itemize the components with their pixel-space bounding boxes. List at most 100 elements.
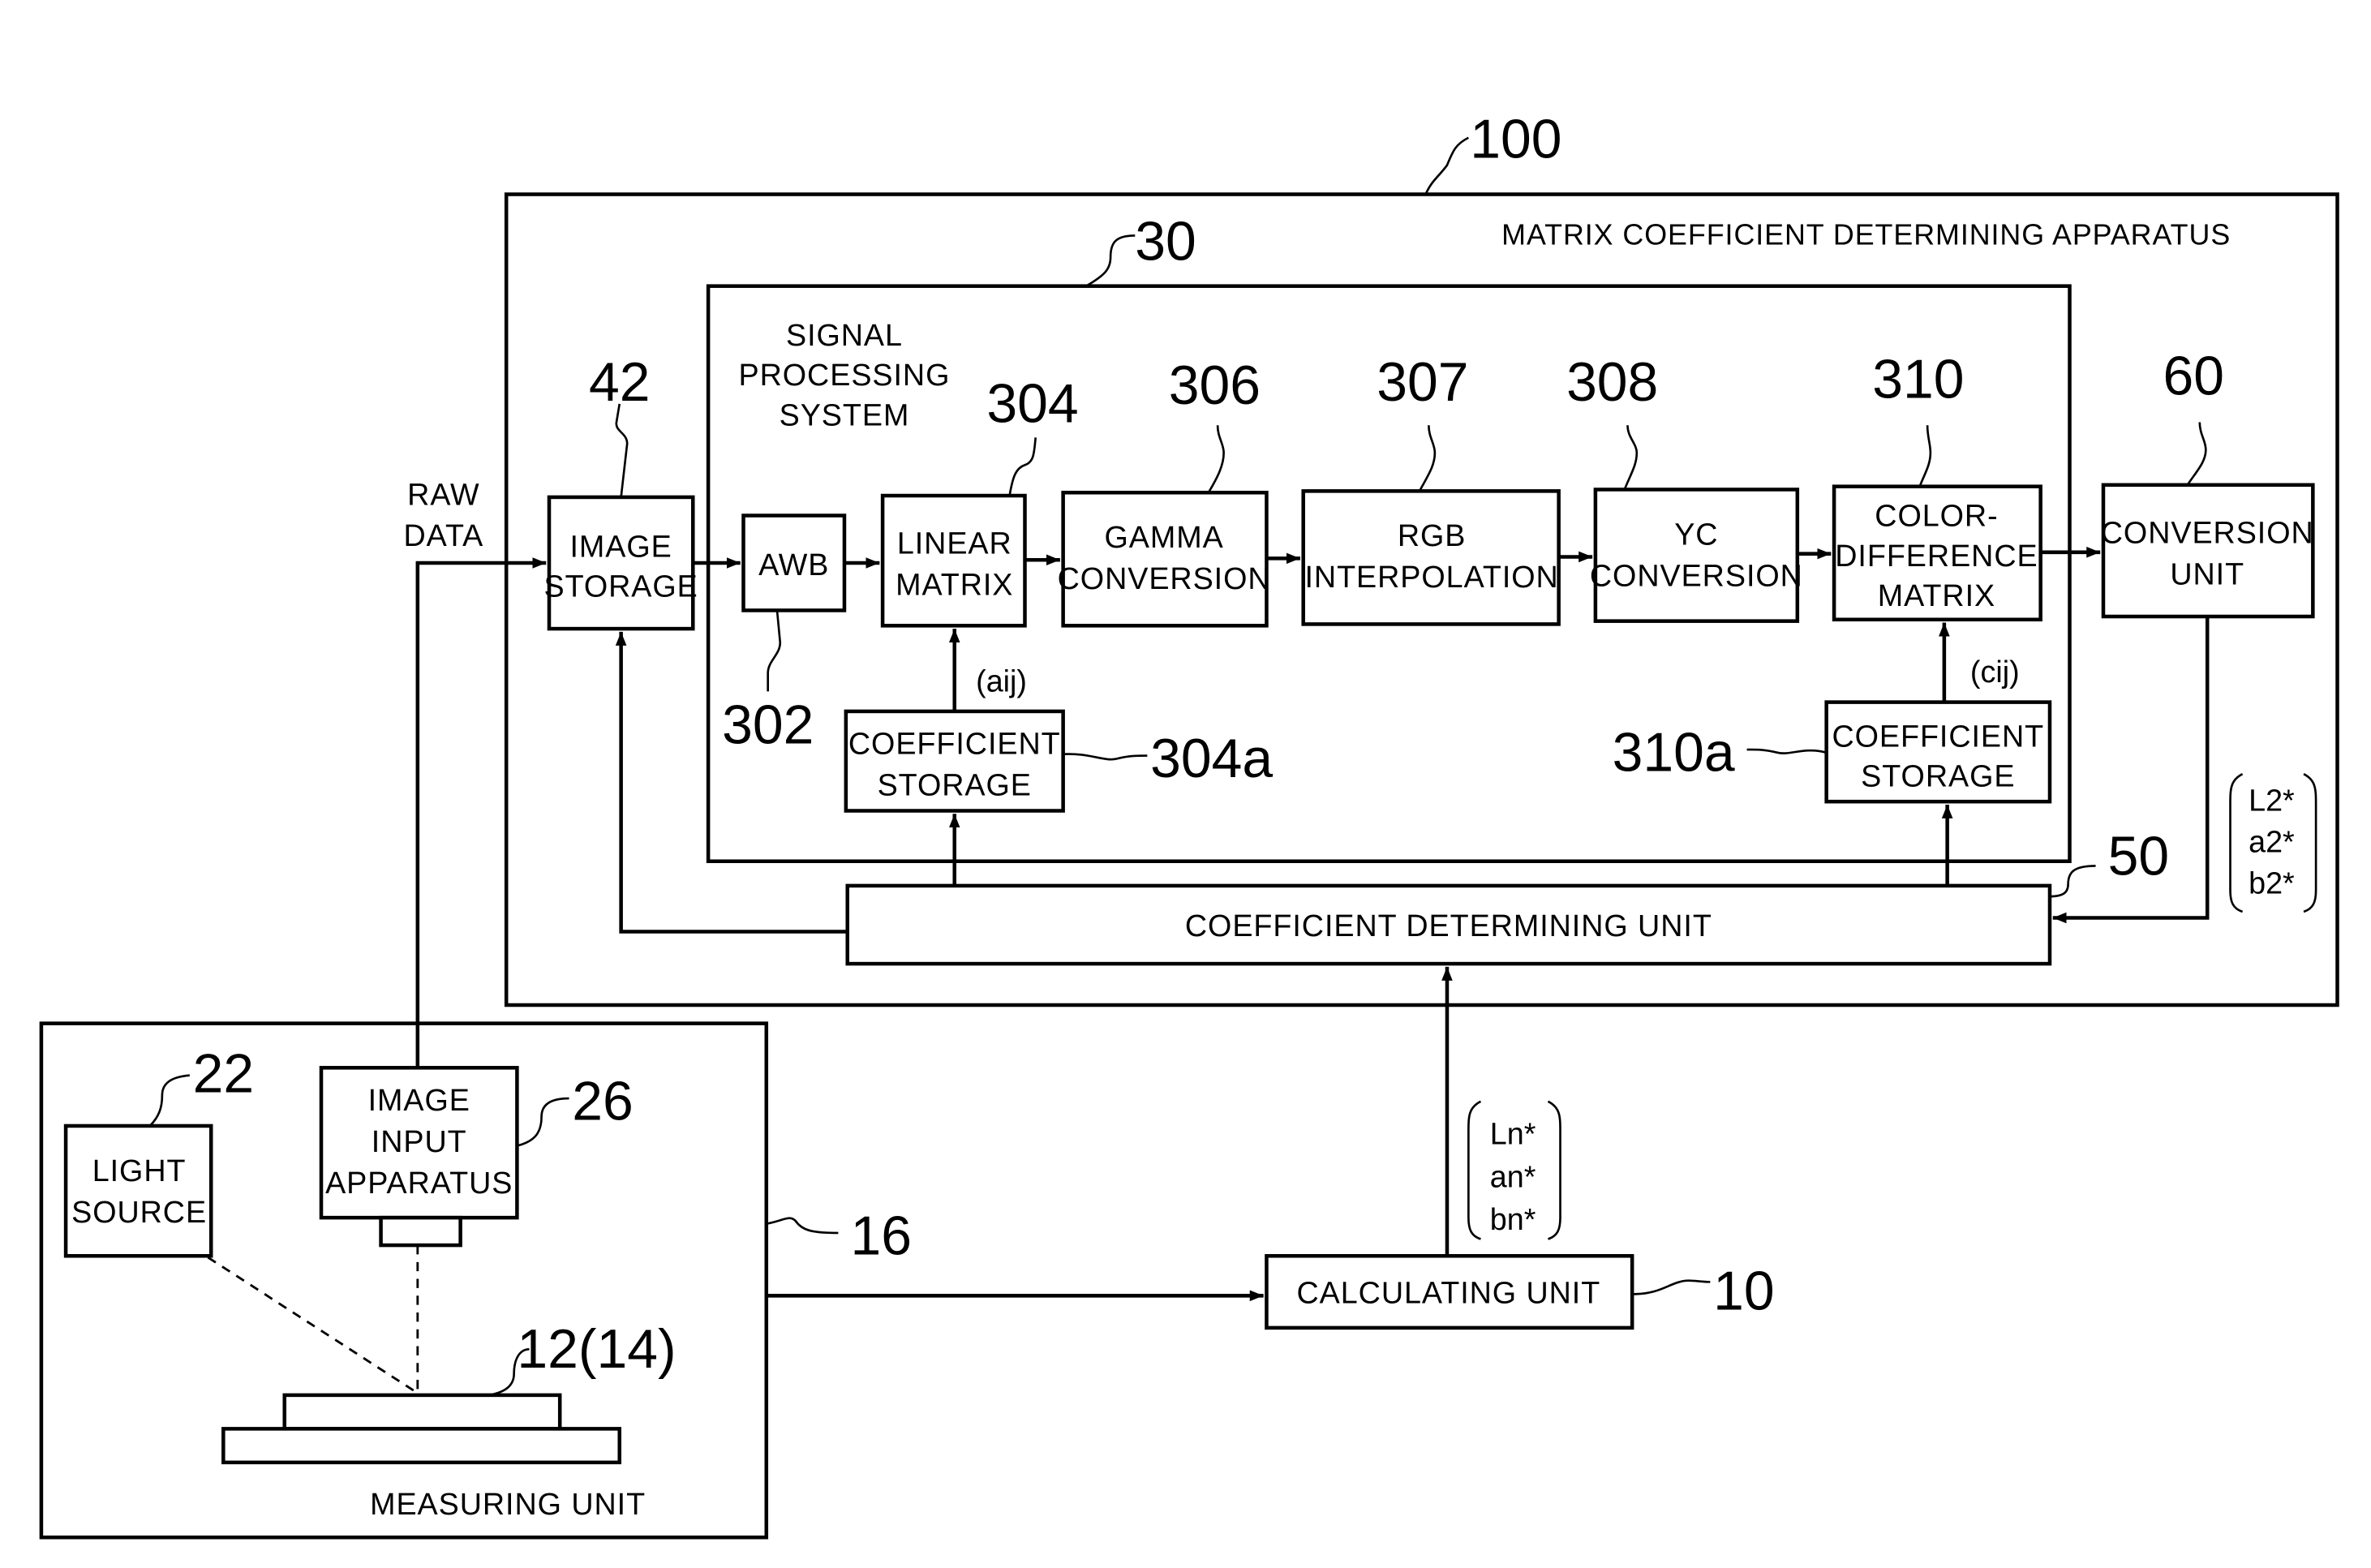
ref-16: 16 (851, 1205, 913, 1266)
coef-c-line2: STORAGE (1861, 758, 2015, 793)
cij-symbol: (cij) (1970, 655, 2020, 689)
conv-unit-line2: UNIT (2170, 556, 2244, 591)
ref-100: 100 (1470, 109, 1561, 170)
ref-12-14: 12(14) (517, 1319, 676, 1380)
light-source-line1: LIGHT (92, 1153, 187, 1188)
measuring-unit-title: MEASURING UNIT (370, 1487, 646, 1521)
yc-conversion-block[interactable]: YC CONVERSION 308 (1566, 352, 1803, 623)
rgb-interpolation-block[interactable]: RGB INTERPOLATION 307 (1301, 352, 1561, 626)
iia-line3: APPARATUS (325, 1166, 513, 1200)
ref-30: 30 (1135, 212, 1196, 273)
raw-data-line (415, 557, 547, 1068)
linear-matrix-line2: MATRIX (896, 568, 1013, 602)
leader-26 (517, 1097, 569, 1147)
labn-a: an* (1490, 1159, 1536, 1193)
ref-50: 50 (2108, 827, 2169, 887)
cdm-line3: MATRIX (1878, 578, 1995, 612)
ref-42: 42 (589, 352, 651, 413)
labn-L: Ln* (1490, 1117, 1536, 1151)
gamma-conversion-block[interactable]: GAMMA CONVERSION 306 (1058, 355, 1271, 628)
lab2-a: a2* (2249, 824, 2295, 858)
gamma-line1: GAMMA (1105, 520, 1224, 554)
leader-60 (2186, 422, 2207, 486)
leader-310a (1746, 748, 1828, 754)
cdm-line2: DIFFERENCE (1835, 539, 2038, 573)
awb-label: AWB (758, 548, 829, 582)
rgb-line1: RGB (1398, 518, 1467, 552)
raw-data-label-1: RAW (407, 477, 479, 511)
leader-302 (767, 610, 782, 692)
ref-308: 308 (1566, 352, 1658, 413)
leader-307 (1418, 425, 1437, 492)
leader-306 (1207, 425, 1225, 493)
raw-data-label-2: DATA (404, 518, 484, 552)
stage (221, 1427, 622, 1465)
block-diagram: 100 MATRIX COEFFICIENT DETERMINING APPAR… (39, 109, 2339, 1540)
light-source-line2: SOURCE (71, 1195, 207, 1229)
ref-304a: 304a (1150, 728, 1273, 789)
sps-title-line3: SYSTEM (780, 397, 910, 432)
awb-block[interactable]: AWB 302 (722, 513, 847, 756)
aij-symbol: (aij) (976, 664, 1027, 698)
yc-line2: CONVERSION (1590, 558, 1803, 592)
labn-vector: Ln* an* bn* (1467, 1100, 1561, 1240)
coefficient-determining-unit-block[interactable]: COEFFICIENT DETERMINING UNIT 50 (845, 827, 2169, 966)
ref-10: 10 (1713, 1261, 1774, 1321)
sps-title-line2: PROCESSING (739, 358, 951, 392)
sample (282, 1393, 562, 1431)
apparatus-title: MATRIX COEFFICIENT DETERMINING APPARATUS (1501, 219, 2231, 251)
ref-307: 307 (1377, 352, 1468, 413)
labn-b: bn* (1490, 1202, 1536, 1236)
ref-22: 22 (193, 1043, 255, 1104)
leader-10 (1632, 1279, 1711, 1295)
conversion-unit-block[interactable]: CONVERSION UNIT 60 (2101, 346, 2315, 619)
sample-stage: 12(14) (221, 1319, 677, 1465)
coefficient-storage-c-block[interactable]: COEFFICIENT STORAGE 310a (cij) (1613, 655, 2052, 804)
leader-304a (1063, 753, 1148, 761)
light-path (207, 1256, 417, 1394)
sps-title-line1: SIGNAL (786, 318, 903, 352)
leader-42 (615, 403, 629, 498)
leader-310 (1918, 425, 1932, 488)
image-storage-line2: STORAGE (543, 569, 698, 603)
iia-line2: INPUT (372, 1124, 467, 1158)
iia-line1: IMAGE (368, 1083, 470, 1117)
conv-unit-line1: CONVERSION (2101, 515, 2314, 549)
coef-c-line1: COEFFICIENT (1832, 719, 2044, 753)
image-input-apparatus-block[interactable]: IMAGE INPUT APPARATUS 26 (319, 1066, 634, 1248)
rgb-line2: INTERPOLATION (1304, 560, 1558, 594)
yc-line1: YC (1674, 517, 1718, 551)
leader-50 (2049, 865, 2096, 898)
light-source-block[interactable]: LIGHT SOURCE 22 (63, 1043, 255, 1258)
color-difference-matrix-block[interactable]: COLOR- DIFFERENCE 310 MATRIX (1832, 349, 2042, 622)
image-storage-line1: IMAGE (570, 529, 672, 563)
ref-310: 310 (1872, 349, 1964, 410)
lab2-L: L2* (2249, 784, 2295, 818)
cdm-line1: COLOR- (1875, 499, 1998, 533)
linear-matrix-block[interactable]: LINEAR MATRIX 304 (880, 374, 1079, 628)
leader-100 (1424, 136, 1469, 195)
coef-a-line2: STORAGE (878, 768, 1032, 802)
cdu-label: COEFFICIENT DETERMINING UNIT (1185, 909, 1712, 943)
leader-308 (1623, 425, 1639, 490)
leader-30 (1085, 234, 1136, 287)
coefficient-storage-a-block[interactable]: COEFFICIENT STORAGE 304a (aij) (844, 664, 1274, 813)
linear-matrix-line1: LINEAR (897, 526, 1012, 561)
leader-22 (148, 1074, 190, 1127)
calculating-unit-block[interactable]: CALCULATING UNIT 10 (1265, 1254, 1775, 1330)
lab2-vector: L2* a2* b2* (2229, 773, 2317, 913)
calc-unit-label: CALCULATING UNIT (1297, 1276, 1601, 1310)
coef-a-line1: COEFFICIENT (848, 727, 1061, 761)
leader-16 (766, 1217, 839, 1235)
ref-306: 306 (1169, 355, 1261, 416)
ref-26: 26 (572, 1071, 634, 1132)
leader-304 (1008, 437, 1037, 496)
gamma-line2: CONVERSION (1058, 561, 1271, 595)
ref-310a: 310a (1613, 722, 1735, 783)
image-storage-block[interactable]: IMAGE STORAGE 42 (543, 352, 698, 631)
ref-60: 60 (2163, 346, 2225, 407)
lab2-b: b2* (2249, 866, 2295, 900)
ref-302: 302 (722, 695, 814, 756)
camera-lens (379, 1215, 462, 1248)
ref-304: 304 (986, 374, 1078, 435)
